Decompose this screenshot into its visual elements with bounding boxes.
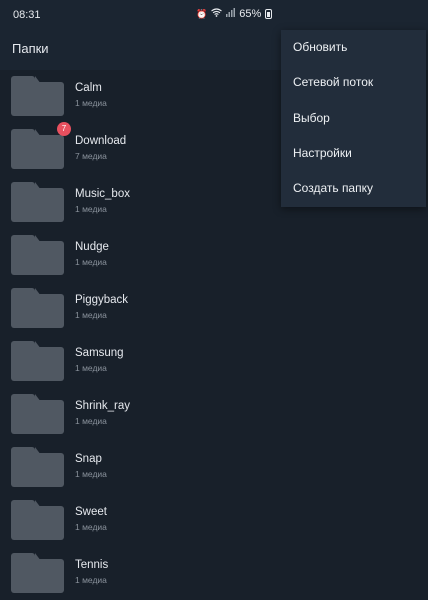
folder-count: 1 медиа — [75, 257, 107, 267]
overflow-menu: Обновить Сетевой поток Выбор Настройки С… — [281, 30, 426, 207]
new-items-badge: 7 — [57, 122, 71, 136]
folder-count: 1 медиа — [75, 204, 107, 214]
folder-name: Tennis — [75, 559, 109, 571]
folder-count: 1 медиа — [75, 522, 107, 532]
folder-name: Sweet — [75, 506, 107, 518]
menu-item-network-stream[interactable]: Сетевой поток — [281, 65, 426, 100]
alarm-icon: ⏰ — [196, 9, 208, 19]
folder-icon — [11, 341, 64, 381]
menu-item-refresh[interactable]: Обновить — [281, 30, 426, 65]
signal-icon — [226, 8, 236, 20]
folder-name: Snap — [75, 453, 102, 465]
wifi-icon — [211, 8, 223, 20]
battery-percent: 65% — [239, 8, 262, 20]
menu-item-select[interactable]: Выбор — [281, 101, 426, 136]
folder-name: Nudge — [75, 241, 109, 253]
folder-name: Piggyback — [75, 294, 129, 306]
folder-count: 1 медиа — [75, 469, 107, 479]
folder-count: 1 медиа — [75, 310, 107, 320]
folder-icon — [11, 235, 64, 275]
folder-row-piggyback[interactable]: Piggyback 1 медиа — [0, 282, 428, 334]
status-icons: ⏰ 65% — [196, 8, 273, 20]
folder-name: Calm — [75, 82, 102, 94]
folder-row-nudge[interactable]: Nudge 1 медиа — [0, 229, 428, 281]
folder-icon — [11, 394, 64, 434]
folder-name: Samsung — [75, 347, 124, 359]
status-bar: 08:31 ⏰ 65% — [0, 0, 428, 30]
folder-row-samsung[interactable]: Samsung 1 медиа — [0, 335, 428, 387]
menu-item-settings[interactable]: Настройки — [281, 136, 426, 171]
folder-icon — [11, 447, 64, 487]
folder-icon — [11, 553, 64, 593]
folder-icon — [11, 129, 64, 169]
folder-count: 1 медиа — [75, 575, 107, 585]
folder-icon — [11, 182, 64, 222]
folder-row-tennis[interactable]: Tennis 1 медиа — [0, 547, 428, 599]
folder-row-shrink-ray[interactable]: Shrink_ray 1 медиа — [0, 388, 428, 440]
battery-icon — [265, 9, 273, 19]
folder-name: Download — [75, 135, 127, 147]
folder-icon — [11, 288, 64, 328]
status-time: 08:31 — [13, 9, 41, 21]
folder-name: Music_box — [75, 188, 130, 200]
page-title: Папки — [12, 41, 49, 56]
menu-item-create-folder[interactable]: Создать папку — [281, 171, 426, 206]
folder-icon — [11, 500, 64, 540]
folder-count: 1 медиа — [75, 416, 107, 426]
folder-name: Shrink_ray — [75, 400, 130, 412]
folder-icon — [11, 76, 64, 116]
folder-count: 1 медиа — [75, 98, 107, 108]
folder-count: 1 медиа — [75, 363, 107, 373]
folder-row-snap[interactable]: Snap 1 медиа — [0, 441, 428, 493]
folder-row-sweet[interactable]: Sweet 1 медиа — [0, 494, 428, 546]
folder-count: 7 медиа — [75, 151, 107, 161]
